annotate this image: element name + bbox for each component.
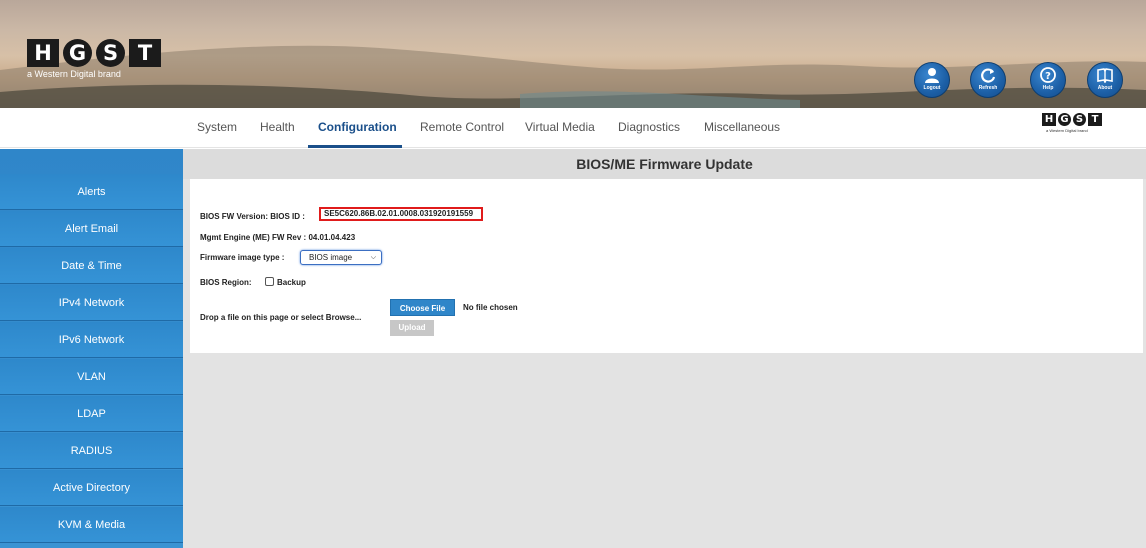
bios-id-value: SE5C620.86B.02.01.0008.031920191559 <box>319 207 483 221</box>
header-banner: H G S T a Western Digital brand Logout R… <box>0 0 1146 108</box>
firmware-type-value: BIOS image <box>309 253 353 262</box>
help-label: Help <box>1042 85 1054 91</box>
hgst-logo: H G S T <box>27 39 161 67</box>
upload-button[interactable]: Upload <box>390 320 434 336</box>
sidebar-item-kvm-media[interactable]: KVM & Media <box>0 507 183 543</box>
bios-fw-version-label: BIOS FW Version: BIOS ID : <box>200 212 305 221</box>
logo-letter: S <box>1073 113 1086 126</box>
book-icon <box>1088 63 1122 85</box>
backup-checkbox[interactable] <box>265 277 274 286</box>
logo-letter: S <box>96 39 125 67</box>
logo-letter: G <box>1058 113 1071 126</box>
sidebar-item-ipv6-network[interactable]: IPv6 Network <box>0 322 183 358</box>
nav-remote-control[interactable]: Remote Control <box>420 120 504 134</box>
sidebar-item-vlan[interactable]: VLAN <box>0 359 183 395</box>
drop-file-text: Drop a file on this page or select Brows… <box>200 313 362 322</box>
sidebar-item-alert-email[interactable]: Alert Email <box>0 211 183 247</box>
logo-letter: T <box>129 39 161 67</box>
sidebar-item-active-directory[interactable]: Active Directory <box>0 470 183 506</box>
sidebar-item-ldap[interactable]: LDAP <box>0 396 183 432</box>
nav-miscellaneous[interactable]: Miscellaneous <box>704 120 780 134</box>
sidebar-item-radius[interactable]: RADIUS <box>0 433 183 469</box>
nav-configuration[interactable]: Configuration <box>318 120 397 134</box>
logo-letter: T <box>1088 113 1102 126</box>
small-logo-tagline: a Western Digital brand <box>1046 128 1088 133</box>
choose-file-button[interactable]: Choose File <box>390 299 455 316</box>
chevron-down-icon: ⌵ <box>370 254 376 261</box>
user-icon <box>915 63 949 85</box>
sidebar-item-date-time[interactable]: Date & Time <box>0 248 183 284</box>
no-file-chosen-text: No file chosen <box>463 303 518 312</box>
svg-text:?: ? <box>1045 71 1051 82</box>
about-button[interactable]: About <box>1087 62 1123 98</box>
nav-health[interactable]: Health <box>260 120 295 134</box>
help-button[interactable]: ? Help <box>1030 62 1066 98</box>
mgmt-engine-rev: Mgmt Engine (ME) FW Rev : 04.01.04.423 <box>200 233 356 242</box>
sidebar: Alerts Alert Email Date & Time IPv4 Netw… <box>0 149 183 548</box>
nav-diagnostics[interactable]: Diagnostics <box>618 120 680 134</box>
logout-button[interactable]: Logout <box>914 62 950 98</box>
top-nav: System Health Configuration Remote Contr… <box>0 108 1146 148</box>
bios-region-label: BIOS Region: <box>200 278 252 287</box>
sidebar-item-alerts[interactable]: Alerts <box>0 174 183 210</box>
refresh-button[interactable]: Refresh <box>970 62 1006 98</box>
refresh-label: Refresh <box>978 85 998 91</box>
logo-tagline: a Western Digital brand <box>27 69 121 79</box>
nav-virtual-media[interactable]: Virtual Media <box>525 120 595 134</box>
logo-letter: H <box>1042 113 1056 126</box>
logo-letter: G <box>63 39 92 67</box>
nav-system[interactable]: System <box>197 120 237 134</box>
logo-letter: H <box>27 39 59 67</box>
refresh-icon <box>971 63 1005 85</box>
logout-label: Logout <box>923 85 941 91</box>
firmware-update-panel: BIOS FW Version: BIOS ID : SE5C620.86B.0… <box>190 179 1143 353</box>
hgst-small-logo: H G S T <box>1042 113 1102 126</box>
page-title: BIOS/ME Firmware Update <box>183 149 1146 179</box>
main-content: BIOS/ME Firmware Update BIOS FW Version:… <box>183 149 1146 548</box>
help-icon: ? <box>1031 63 1065 85</box>
active-tab-indicator <box>308 145 402 148</box>
firmware-type-label: Firmware image type : <box>200 253 285 262</box>
firmware-type-select[interactable]: BIOS image ⌵ <box>300 250 382 265</box>
backup-label: Backup <box>277 278 306 287</box>
about-label: About <box>1097 85 1113 91</box>
sidebar-item-ipv4-network[interactable]: IPv4 Network <box>0 285 183 321</box>
